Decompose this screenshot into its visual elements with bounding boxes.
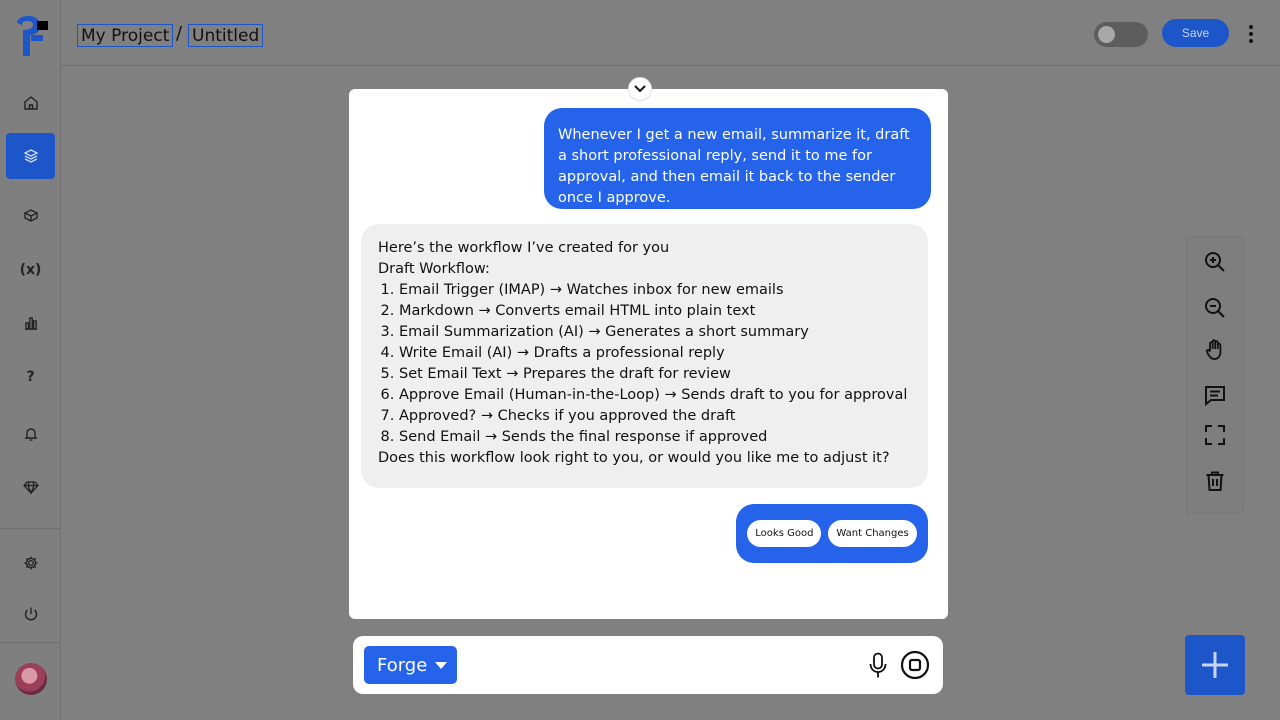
workflow-step: Approve Email (Human-in-the-Loop) → Send…	[399, 385, 911, 406]
workflow-heading: Draft Workflow:	[378, 261, 490, 277]
sidebar-divider	[0, 528, 61, 529]
gem-icon	[22, 481, 39, 495]
sidebar-item-variables[interactable]: (x)	[6, 247, 55, 293]
microphone-icon[interactable]	[868, 652, 888, 679]
sidebar: (x) ?	[0, 0, 61, 720]
chart-icon	[24, 317, 37, 330]
sidebar-item-components[interactable]	[6, 193, 55, 239]
header: My Project / Untitled Save	[61, 0, 1280, 66]
delete-button[interactable]	[1202, 468, 1228, 494]
sidebar-item-layers[interactable]	[6, 133, 55, 179]
chevron-down-icon	[634, 85, 646, 93]
save-button[interactable]: Save	[1162, 19, 1229, 47]
sidebar-item-upgrade[interactable]	[6, 464, 55, 510]
assistant-intro: Here’s the workflow I’ve created for you	[378, 240, 670, 256]
gear-icon	[24, 556, 37, 570]
looks-good-button[interactable]: Looks Good	[747, 520, 822, 547]
assistant-message: Here’s the workflow I’ve created for you…	[361, 224, 928, 488]
caret-down-icon	[435, 661, 448, 669]
comment-button[interactable]	[1202, 382, 1228, 408]
agent-select-label: Forge	[377, 654, 428, 676]
sidebar-item-help[interactable]: ?	[6, 354, 55, 400]
want-changes-button[interactable]: Want Changes	[828, 520, 917, 547]
zoom-out-button[interactable]	[1202, 295, 1228, 321]
workflow-step: Write Email (AI) → Drafts a professional…	[399, 343, 911, 364]
plus-icon	[1202, 652, 1228, 678]
bell-icon	[23, 428, 38, 441]
canvas-toolbar	[1186, 236, 1244, 514]
workflow-step: Set Email Text → Prepares the draft for …	[399, 364, 911, 385]
zoom-in-icon	[1205, 252, 1225, 272]
sidebar-item-analytics[interactable]	[6, 300, 55, 346]
help-icon: ?	[26, 369, 35, 385]
sidebar-item-logout[interactable]	[6, 591, 55, 637]
layers-icon	[23, 149, 38, 163]
fit-view-button[interactable]	[1202, 422, 1228, 448]
agent-select[interactable]: Forge	[364, 646, 457, 684]
workflow-step: Approved? → Checks if you approved the d…	[399, 406, 911, 427]
more-options-icon[interactable]	[1241, 22, 1261, 46]
pan-button[interactable]	[1202, 337, 1228, 363]
sidebar-item-settings[interactable]	[6, 540, 55, 586]
avatar[interactable]	[15, 663, 47, 695]
sidebar-divider	[0, 642, 61, 643]
zoom-out-icon	[1205, 298, 1225, 318]
chat-panel: Whenever I get a new email, summarize it…	[349, 89, 948, 619]
home-icon	[23, 96, 38, 110]
zoom-in-button[interactable]	[1202, 249, 1228, 275]
trash-icon	[1206, 471, 1224, 491]
toggle-knob	[1098, 26, 1115, 43]
stop-icon[interactable]	[900, 650, 930, 680]
add-node-button[interactable]	[1185, 635, 1245, 695]
sidebar-item-home[interactable]	[6, 80, 55, 126]
assistant-question: Does this workflow look right to you, or…	[378, 450, 890, 466]
workflow-step: Send Email → Sends the final response if…	[399, 427, 911, 448]
fullscreen-icon	[1205, 425, 1225, 445]
chat-input-bar[interactable]: Forge	[353, 636, 943, 694]
workflow-step: Email Trigger (IMAP) → Watches inbox for…	[399, 280, 911, 301]
power-icon	[24, 607, 37, 621]
breadcrumb-project[interactable]: My Project	[77, 24, 174, 47]
workflow-step: Email Summarization (AI) → Generates a s…	[399, 322, 911, 343]
workflow-step: Markdown → Converts email HTML into plai…	[399, 301, 911, 322]
comment-icon	[1205, 386, 1225, 407]
user-message: Whenever I get a new email, summarize it…	[544, 108, 931, 209]
box-icon	[23, 209, 38, 222]
workflow-steps: Email Trigger (IMAP) → Watches inbox for…	[378, 280, 911, 448]
hand-icon	[1205, 339, 1222, 360]
breadcrumb-page[interactable]: Untitled	[188, 24, 264, 47]
sidebar-item-notifications[interactable]	[6, 411, 55, 457]
collapse-chat-button[interactable]	[628, 77, 652, 101]
mode-toggle[interactable]	[1094, 22, 1148, 47]
app-logo[interactable]	[14, 16, 52, 56]
quick-replies: Looks Good Want Changes	[736, 504, 928, 563]
variables-icon: (x)	[19, 262, 42, 278]
breadcrumb-separator: /	[176, 23, 183, 44]
